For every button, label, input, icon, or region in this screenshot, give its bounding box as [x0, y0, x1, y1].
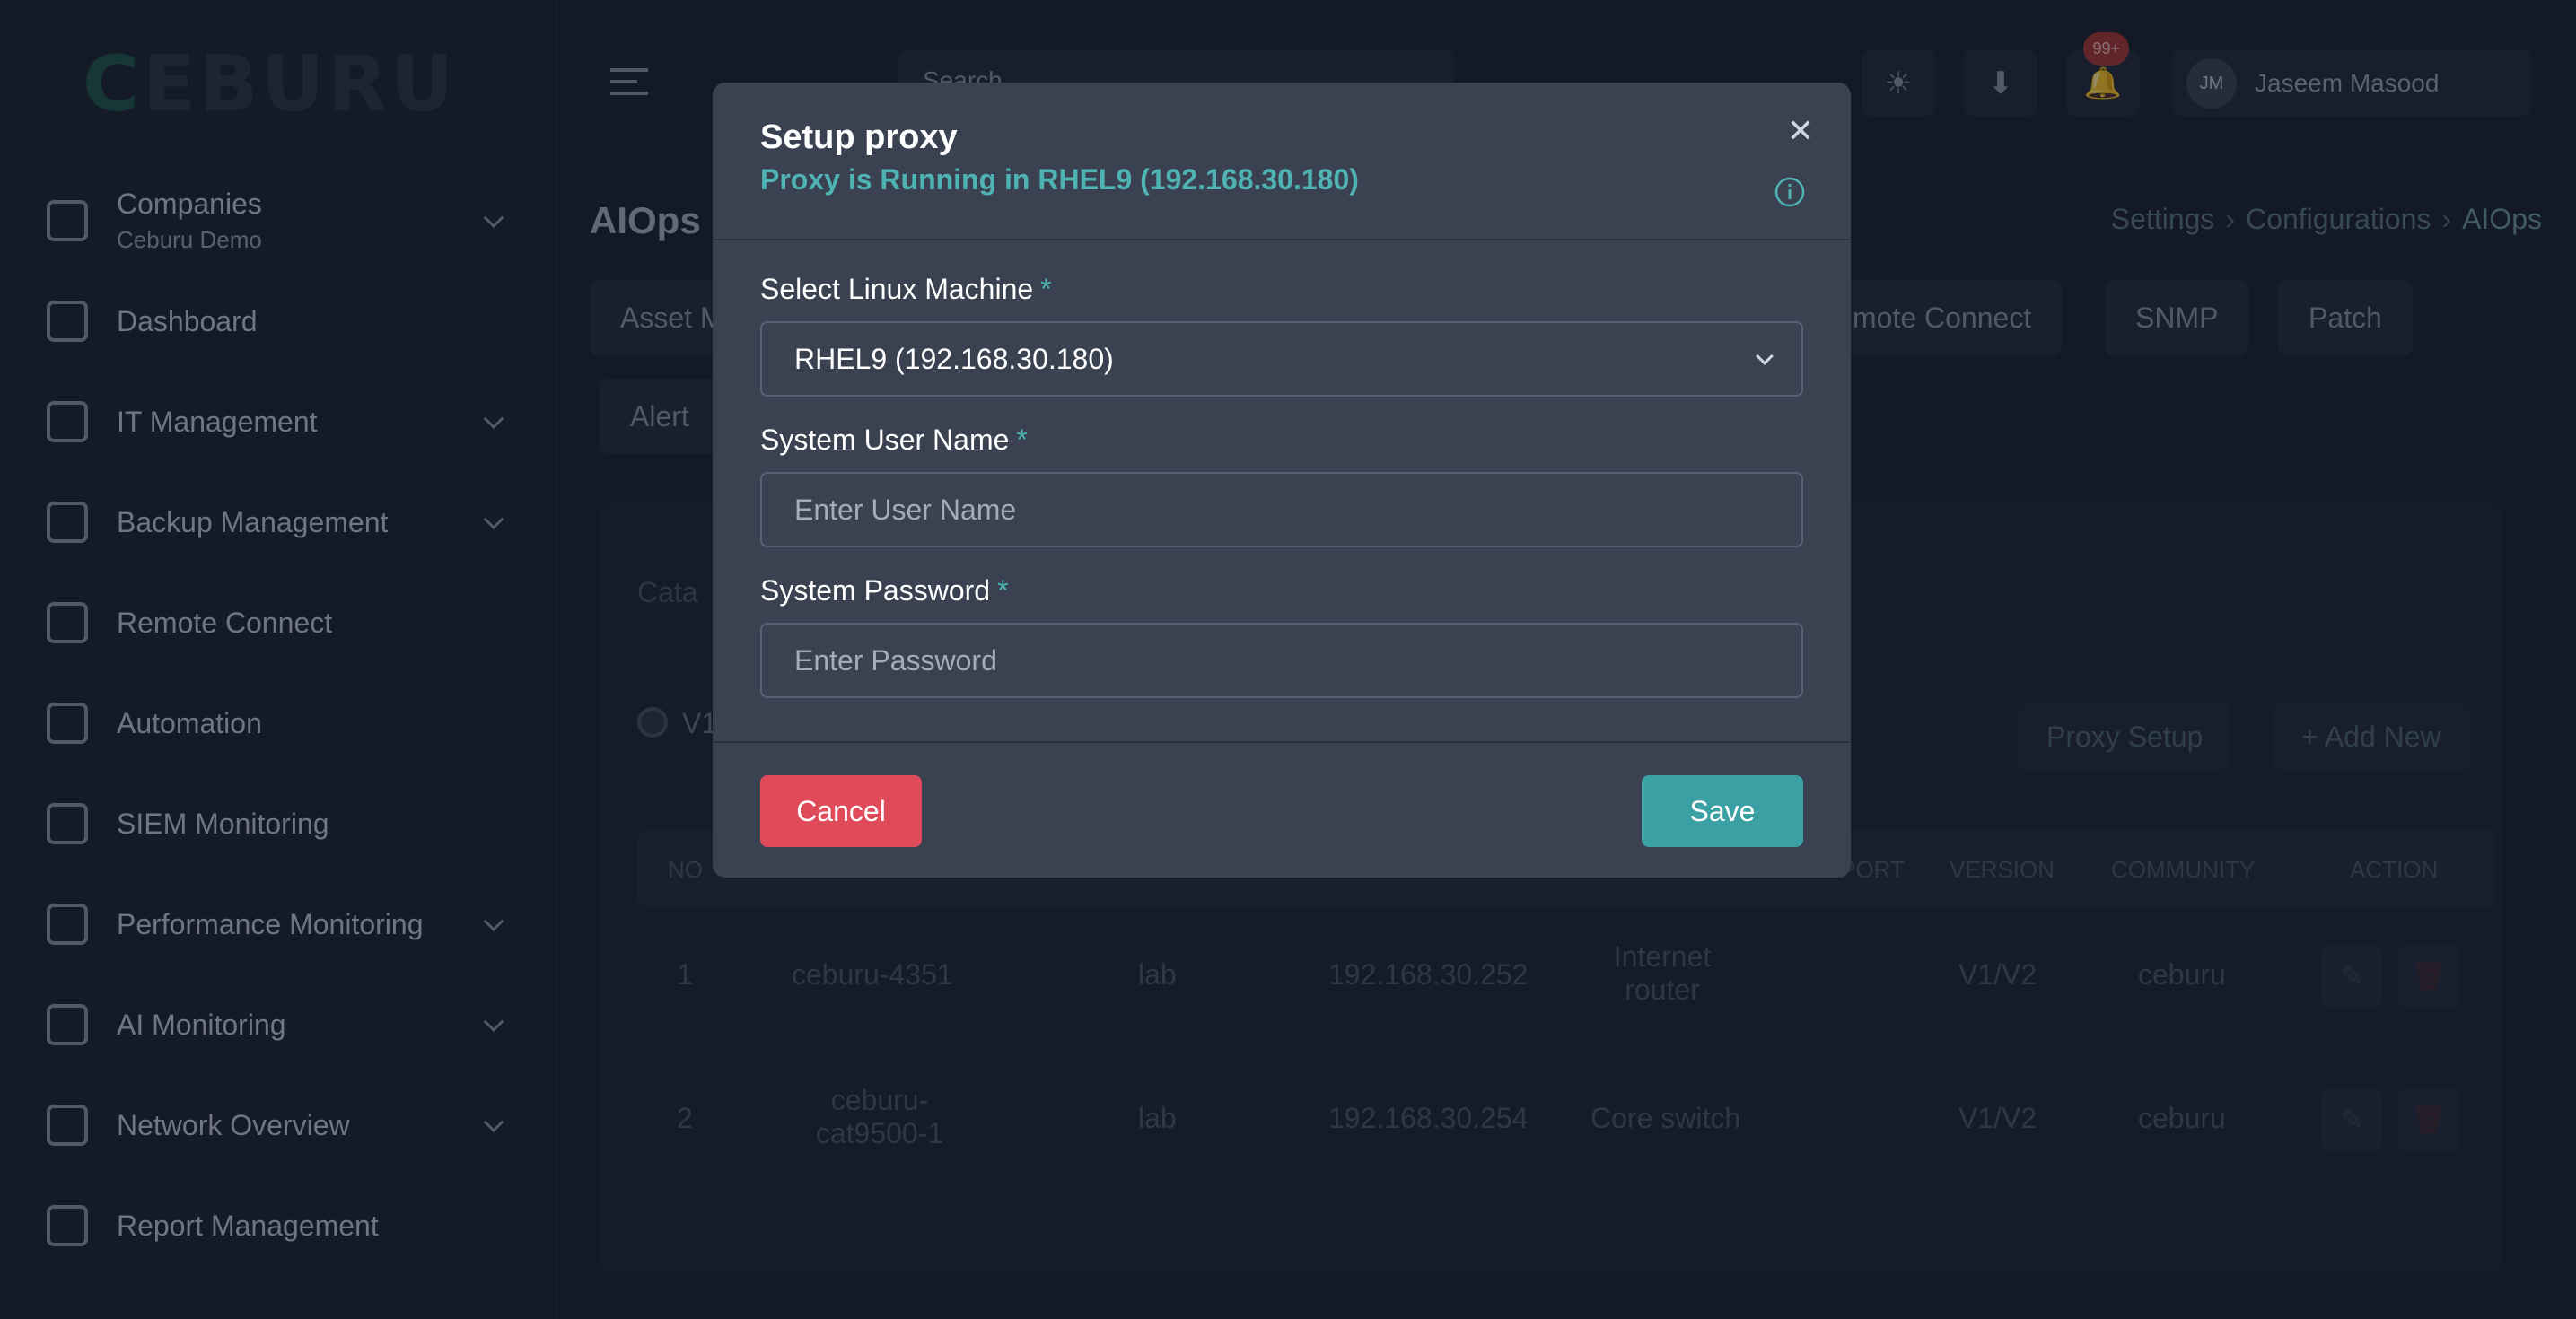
password-input[interactable] [760, 623, 1803, 698]
required-marker: * [1040, 273, 1052, 305]
machine-field-label: Select Linux Machine * [760, 271, 1803, 307]
label-text: System User Name [760, 424, 1010, 456]
username-input[interactable] [760, 472, 1803, 547]
username-field-label: System User Name * [760, 422, 1803, 458]
selected-machine-value: RHEL9 (192.168.30.180) [794, 343, 1114, 375]
chevron-down-icon [1756, 347, 1774, 365]
modal-footer: Cancel Save [713, 741, 1851, 878]
info-icon[interactable] [1774, 176, 1806, 208]
required-marker: * [997, 574, 1009, 607]
modal-header: Setup proxy Proxy is Running in RHEL9 (1… [713, 83, 1851, 240]
close-button[interactable]: ✕ [1783, 113, 1818, 149]
linux-machine-select[interactable]: RHEL9 (192.168.30.180) [760, 321, 1803, 397]
cancel-button[interactable]: Cancel [760, 775, 922, 847]
modal-title: Setup proxy [760, 118, 958, 156]
close-icon: ✕ [1786, 112, 1815, 149]
required-marker: * [1016, 424, 1028, 456]
password-field-label: System Password * [760, 572, 1803, 608]
setup-proxy-modal: Setup proxy Proxy is Running in RHEL9 (1… [713, 83, 1851, 878]
label-text: System Password [760, 574, 991, 607]
label-text: Select Linux Machine [760, 273, 1034, 305]
modal-body: Select Linux Machine * RHEL9 (192.168.30.… [760, 271, 1803, 698]
proxy-status-text: Proxy is Running in RHEL9 (192.168.30.18… [760, 163, 1359, 196]
save-button[interactable]: Save [1642, 775, 1803, 847]
